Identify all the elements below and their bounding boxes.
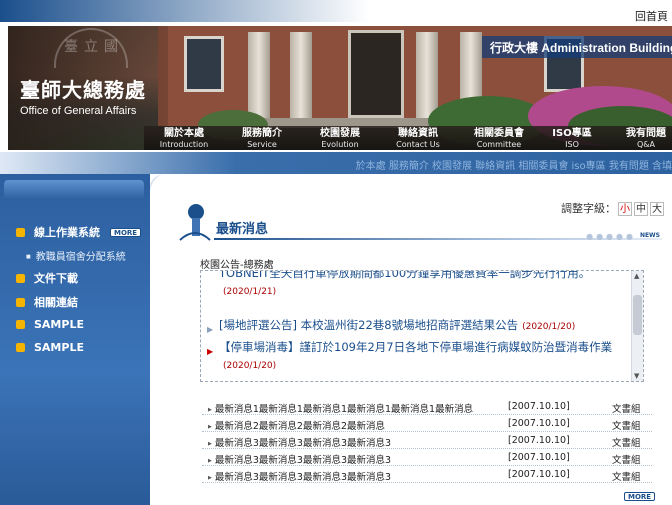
nav-item-committee[interactable]: 相關委員會 Committee xyxy=(466,128,532,149)
news-title: 最新消息 xyxy=(216,222,269,237)
main-nav: 關於本處 Introduction 服務簡介 Service 校園發展 Evoluti… xyxy=(144,126,672,150)
scroll-down-icon[interactable]: ▼ xyxy=(634,372,639,380)
nav-item-iso[interactable]: ISO專區 ISO xyxy=(544,128,600,149)
decorative-dots: ●●●●● xyxy=(586,232,636,241)
header-banner: 臺立國 臺師大總務處 Office of General Affairs 行政大… xyxy=(6,24,672,152)
bullet-icon: ▶ xyxy=(207,325,214,334)
building-caption: 行政大樓 Administration Building xyxy=(482,36,672,58)
scroll-up-icon[interactable]: ▲ xyxy=(634,272,639,280)
sidebar-item-sample-1[interactable]: SAMPLE xyxy=(16,318,84,331)
bullet-icon xyxy=(16,298,25,307)
logo-subtitle: Office of General Affairs xyxy=(20,105,137,117)
main-content: 調整字級：小中大 最新消息 ●●●●● NEWS 校園公告-總務處 TOBNEI… xyxy=(150,174,672,505)
bullet-icon xyxy=(16,320,25,329)
secondary-nav-links[interactable]: 於本處 服務簡介 校園發展 聯絡資訊 相關委員會 iso專區 我有問題 含填 xyxy=(356,157,672,172)
bullet-icon xyxy=(16,274,25,283)
bullet-icon xyxy=(16,343,25,352)
bullet-icon: ▶ xyxy=(207,347,214,356)
sidebar-item-online-system[interactable]: 線上作業系統 MORE xyxy=(16,224,142,240)
list-item[interactable]: 最新消息3最新消息3最新消息3最新消息3[2007.10.10]文書組 xyxy=(202,466,652,483)
notice-item[interactable]: TOBNEIT全天自行車停放期間都100分鐘享用優惠費率一調步先行行用。(202… xyxy=(219,271,627,301)
list-item[interactable]: 最新消息2最新消息2最新消息2最新消息[2007.10.10]文書組 xyxy=(202,415,652,432)
news-list: 最新消息1最新消息1最新消息1最新消息1最新消息1最新消息[2007.10.10… xyxy=(202,398,652,483)
sidebar-item-download[interactable]: 文件下載 xyxy=(16,270,78,286)
bullet-icon xyxy=(16,228,25,237)
logo-title: 臺師大總務處 xyxy=(20,78,146,102)
nav-item-evolution[interactable]: 校園發展 Evolution xyxy=(310,128,370,149)
home-link[interactable]: 回首頁 xyxy=(635,8,668,24)
notice-marquee: TOBNEIT全天自行車停放期間都100分鐘享用優惠費率一調步先行行用。(202… xyxy=(200,270,644,382)
seal-icon: 臺立國 xyxy=(54,28,128,68)
sidebar-header xyxy=(4,180,144,200)
sidebar-item-links[interactable]: 相關連結 xyxy=(16,294,78,310)
nav-item-introduction[interactable]: 關於本處 Introduction xyxy=(154,128,214,149)
list-item[interactable]: 最新消息3最新消息3最新消息3最新消息3[2007.10.10]文書組 xyxy=(202,449,652,466)
top-strip: 回首頁 xyxy=(0,0,672,24)
news-tag: NEWS xyxy=(639,232,660,239)
window-icon xyxy=(184,36,224,92)
notice-item[interactable]: ▶ 【停車場消毒】謹訂於109年2月7日各地下停車場進行病媒蚊防治暨消毒作業(20… xyxy=(207,339,627,375)
sidebar-item-sample-2[interactable]: SAMPLE xyxy=(16,341,84,354)
sidebar: 線上作業系統MORE 教職員宿舍分配系統 文件下載 相關連結 SAMPLE SA… xyxy=(0,174,150,505)
notice-item[interactable]: ▶ [場地評選公告] 本校溫州街22巷8號場地招商評選結果公告 (2020/1/20… xyxy=(207,317,627,336)
doorway xyxy=(348,30,404,118)
list-item[interactable]: 最新消息3最新消息3最新消息3最新消息3[2007.10.10]文書組 xyxy=(202,432,652,449)
nav-item-service[interactable]: 服務簡介 Service xyxy=(232,128,292,149)
megaphone-icon xyxy=(179,204,211,241)
scroll-thumb[interactable] xyxy=(633,295,642,335)
notice-label: 校園公告-總務處 xyxy=(200,260,274,271)
news-more-button[interactable]: MORE xyxy=(624,492,656,501)
list-item[interactable]: 最新消息1最新消息1最新消息1最新消息1最新消息1最新消息[2007.10.10… xyxy=(202,398,652,415)
sidebar-subitem-dorm[interactable]: 教職員宿舍分配系統 xyxy=(26,248,126,263)
nav-item-qa[interactable]: 我有問題 Q&A xyxy=(618,128,672,149)
notice-scrollbar[interactable]: ▲ ▼ xyxy=(631,271,643,381)
secondary-nav-bar: 於本處 服務簡介 校園發展 聯絡資訊 相關委員會 iso專區 我有問題 含填 xyxy=(0,152,672,174)
more-button[interactable]: MORE xyxy=(110,228,142,237)
nav-item-contact[interactable]: 聯絡資訊 Contact Us xyxy=(388,128,448,149)
news-header: 最新消息 ●●●●● NEWS xyxy=(178,202,668,242)
